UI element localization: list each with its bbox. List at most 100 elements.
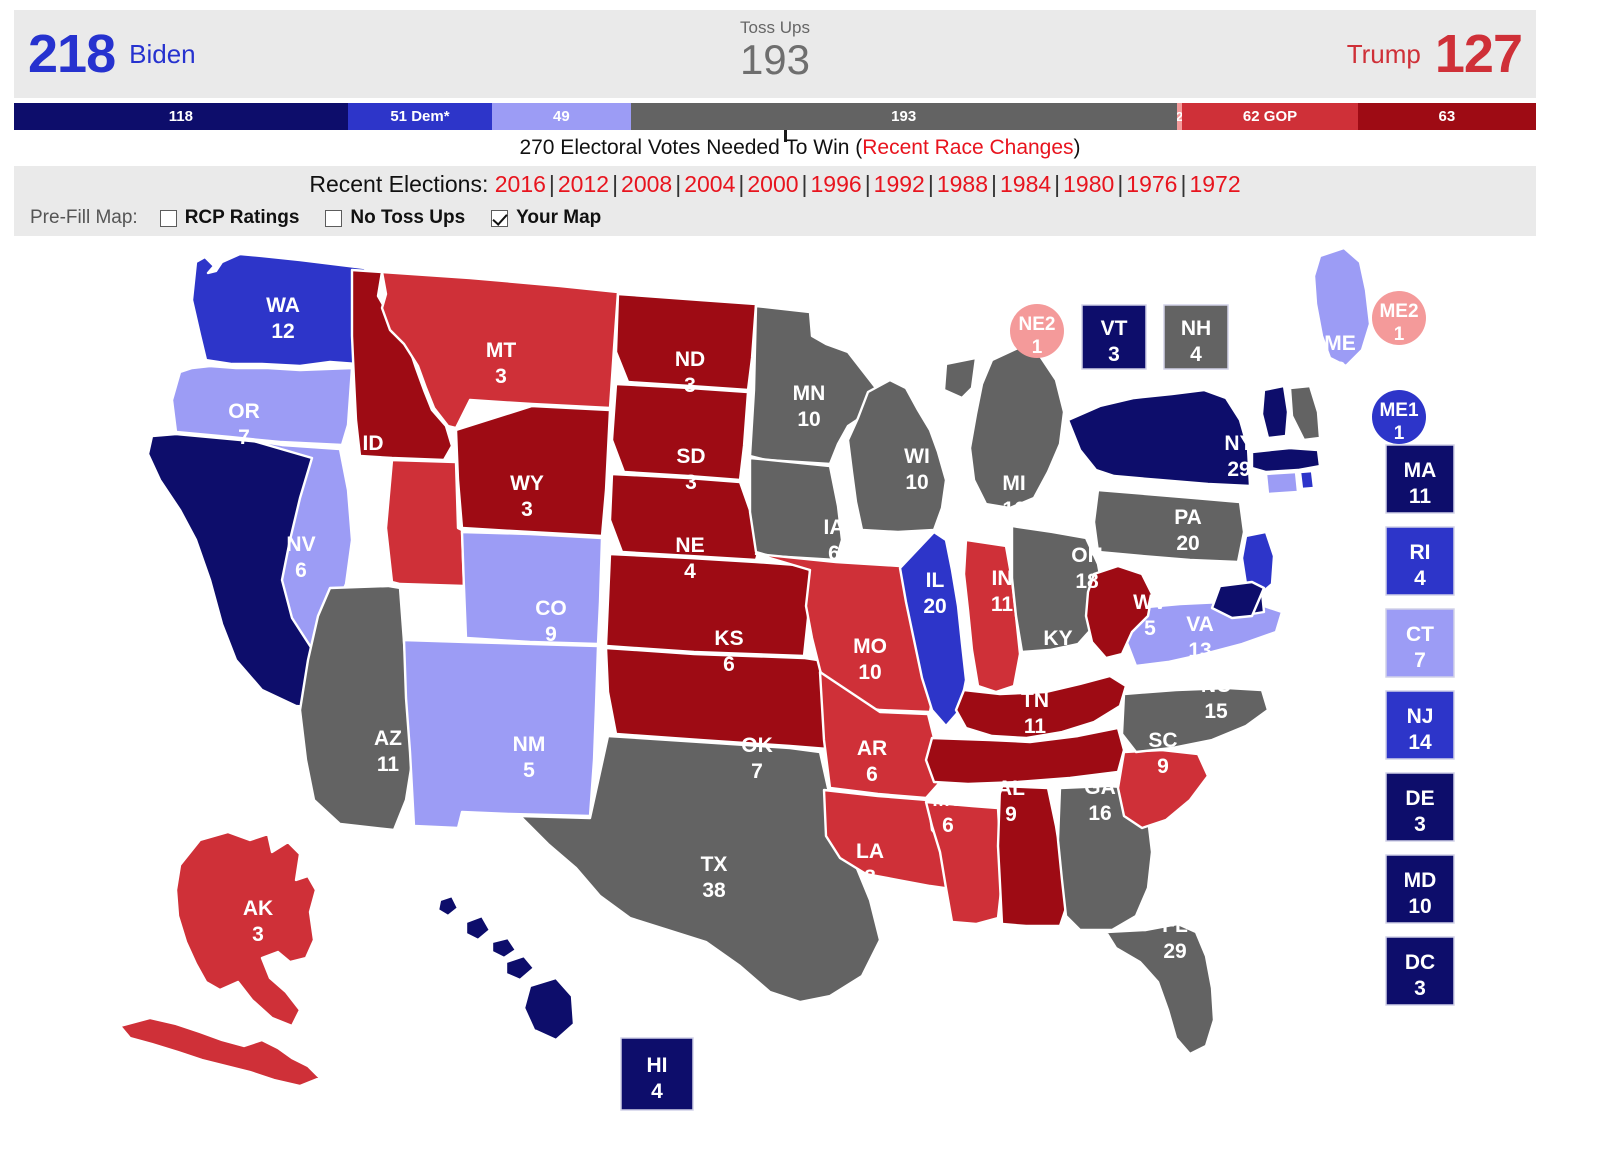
year-separator: |	[1117, 171, 1124, 197]
year-separator: |	[927, 171, 934, 197]
election-year-1996[interactable]: 1996	[811, 171, 862, 197]
state-nc[interactable]	[1120, 686, 1270, 754]
election-year-1972[interactable]: 1972	[1189, 171, 1240, 197]
state-me[interactable]	[1312, 246, 1372, 368]
state-ev: 6	[407, 608, 419, 631]
prefill-option-rcp-ratings[interactable]: RCP Ratings	[159, 207, 299, 229]
district-circle-me2[interactable]	[1372, 291, 1426, 345]
checkbox-icon[interactable]	[159, 209, 177, 227]
state-nm[interactable]	[402, 638, 600, 830]
bar-segment-safe-gop[interactable]: 63	[1357, 103, 1536, 130]
election-year-1976[interactable]: 1976	[1126, 171, 1177, 197]
district-circle-ne2[interactable]	[1010, 304, 1064, 358]
state-wy[interactable]	[454, 404, 612, 538]
checkbox-icon[interactable]	[325, 209, 343, 227]
state-wa[interactable]	[190, 252, 370, 368]
state-label-ca: CA 55	[194, 618, 224, 667]
election-year-2016[interactable]: 2016	[495, 171, 546, 197]
state-ct[interactable]	[1264, 470, 1300, 496]
state-ia[interactable]	[748, 456, 844, 562]
state-ne[interactable]	[608, 472, 764, 562]
state-mi[interactable]	[942, 346, 1066, 510]
tossup-score: Toss Ups 193	[14, 18, 1536, 82]
year-separator: |	[738, 171, 745, 197]
state-ev: 55	[197, 644, 221, 667]
state-box-nj[interactable]	[1385, 690, 1455, 760]
election-year-2000[interactable]: 2000	[747, 171, 798, 197]
prefill-option-label: Your Map	[516, 207, 602, 228]
prefill-map-row: Pre-Fill Map: RCP Ratings No Toss Ups Your…	[14, 198, 1536, 229]
votes-needed-paren: )	[1073, 136, 1081, 159]
year-separator: |	[1054, 171, 1061, 197]
tossup-label: Toss Ups	[740, 18, 810, 37]
recent-elections-row: Recent Elections: 2016 | 2012 | 2008 | 2004 | 20…	[14, 166, 1536, 198]
electoral-vote-bar[interactable]: 118 51 Dem* 49 193 2 62 GOP 63	[14, 103, 1536, 130]
bar-segment-toss-up[interactable]: 193	[630, 103, 1177, 130]
checkbox-icon[interactable]	[491, 209, 509, 227]
year-separator: |	[1180, 171, 1187, 197]
state-az[interactable]	[298, 584, 416, 832]
votes-needed-text: 270 Electoral Votes Needed To Win (	[519, 136, 863, 159]
state-box-de[interactable]	[1385, 772, 1455, 842]
prefill-option-no-toss-ups[interactable]: No Toss Ups	[325, 207, 465, 229]
trump-score: Trump 127	[1347, 10, 1536, 98]
state-box-ri[interactable]	[1385, 526, 1455, 596]
state-box-ma[interactable]	[1385, 444, 1455, 514]
state-ak[interactable]	[118, 830, 322, 1088]
prefill-label: Pre-Fill Map:	[30, 207, 138, 228]
state-hi[interactable]	[436, 894, 576, 1042]
election-year-1984[interactable]: 1984	[1000, 171, 1051, 197]
state-ks[interactable]	[604, 552, 812, 658]
state-al[interactable]	[996, 784, 1070, 928]
year-separator: |	[991, 171, 997, 197]
election-year-2012[interactable]: 2012	[558, 171, 609, 197]
recent-elections-label: Recent Elections:	[309, 171, 489, 197]
year-separator: |	[612, 171, 619, 197]
state-ri[interactable]	[1298, 469, 1316, 491]
tossup-count: 193	[739, 36, 811, 84]
election-year-2004[interactable]: 2004	[684, 171, 735, 197]
prefill-option-label: No Toss Ups	[350, 207, 466, 228]
prefill-option-your-map[interactable]: Your Map	[491, 207, 601, 229]
state-box-nh[interactable]	[1163, 304, 1229, 370]
election-year-2008[interactable]: 2008	[621, 171, 672, 197]
state-box-ct[interactable]	[1385, 608, 1455, 678]
state-ev: 4	[367, 458, 379, 481]
state-abbr: CA	[194, 618, 224, 641]
state-box-vt[interactable]	[1081, 304, 1147, 370]
state-nh[interactable]	[1288, 384, 1322, 442]
state-ut[interactable]	[384, 458, 466, 588]
bar-segment-likely-gop[interactable]: 62 GOP	[1182, 103, 1358, 130]
state-sc[interactable]	[1116, 748, 1210, 830]
election-year-1988[interactable]: 1988	[937, 171, 988, 197]
bar-segment-likely-dem[interactable]: 51 Dem*	[347, 103, 493, 130]
state-box-hi[interactable]	[620, 1037, 694, 1111]
state-ma[interactable]	[1250, 446, 1322, 474]
year-separator: |	[864, 171, 871, 197]
election-year-1980[interactable]: 1980	[1063, 171, 1114, 197]
state-ev: 8	[1052, 653, 1064, 676]
state-co[interactable]	[460, 530, 604, 646]
state-or[interactable]	[170, 364, 354, 447]
state-box-dc[interactable]	[1385, 936, 1455, 1006]
state-fl[interactable]	[1104, 922, 1216, 1056]
district-circle-me1[interactable]	[1372, 390, 1426, 444]
bar-segment-lean-dem[interactable]: 49	[492, 103, 631, 130]
year-separator: |	[675, 171, 682, 197]
state-nd[interactable]	[614, 292, 758, 392]
state-ok[interactable]	[604, 646, 850, 752]
recent-race-changes-link[interactable]: Recent Race Changes	[862, 136, 1073, 159]
state-sd[interactable]	[610, 382, 750, 482]
votes-needed-caption: 270 Electoral Votes Needed To Win (Recen…	[0, 136, 1600, 160]
election-year-1992[interactable]: 1992	[874, 171, 925, 197]
bar-segment-safe-dem[interactable]: 118	[14, 103, 348, 130]
trump-label: Trump	[1346, 39, 1421, 69]
state-wi[interactable]	[846, 378, 948, 534]
year-separator: |	[801, 171, 808, 197]
state-pa[interactable]	[1092, 488, 1246, 564]
state-box-md[interactable]	[1385, 854, 1455, 924]
electoral-map[interactable]: WA 12 OR 7 CA 55 NV 6 ID 4 MT 3 WY 3 UT 6 CO 9 AZ 11 NM 5 ND 3 S…	[0, 240, 1600, 1163]
state-vt[interactable]	[1260, 384, 1290, 440]
trump-count: 127	[1434, 24, 1523, 84]
state-ny[interactable]	[1066, 388, 1252, 488]
